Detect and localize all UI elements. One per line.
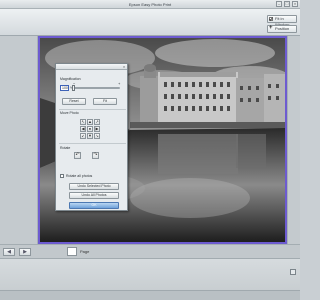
left-panel [0,36,38,244]
magnification-slider[interactable] [73,87,120,89]
window-controls: – □ × [276,1,298,7]
settings-icon[interactable] [290,269,296,275]
magnification-input[interactable]: 100 [60,85,69,91]
move-up-right-button[interactable]: ↗ [94,119,100,125]
fit-button[interactable]: Fit [93,98,117,105]
rotate-left-icon: ↶ [75,152,80,158]
move-left-button[interactable]: ◀ [80,126,86,132]
arrow-left-icon: ◀ [7,249,11,255]
rotate-right-icon: ↷ [93,152,98,158]
arrow-up-left-icon: ↖ [81,119,85,124]
undo-all-photos-button[interactable]: Undo All Photos [69,192,119,199]
rotate-right-button[interactable]: ↷ [92,152,99,159]
reset-button[interactable]: Reset [62,98,86,105]
divider [59,143,126,144]
center-icon: ● [88,126,92,131]
minimize-button[interactable]: – [276,1,282,7]
previous-page-button[interactable]: ◀ [3,248,15,256]
close-window-button[interactable]: × [292,1,298,7]
rotate-all-label: Rotate all photos [66,174,93,178]
position-label: Position [275,26,290,31]
arrow-up-right-icon: ↗ [95,119,99,124]
move-down-right-button[interactable]: ↘ [94,133,100,139]
move-up-left-button[interactable]: ↖ [80,119,86,125]
arrow-up-icon: ▲ [88,119,92,124]
rotate-left-button[interactable]: ↶ [74,152,81,159]
magnification-label: Magnification [60,77,81,81]
toolbar: Fit in Window + Position [0,9,300,36]
arrow-down-icon: ▼ [88,133,92,138]
arrow-down-right-icon: ↘ [95,133,99,138]
arrow-left-icon: ◀ [81,126,85,131]
move-photo-label: Move Photo [60,111,79,115]
arrow-down-left-icon: ↙ [81,133,85,138]
position-button[interactable]: + Position [267,25,297,33]
window-title: Epson Easy Photo Print [128,2,172,7]
footer-panel [0,258,300,300]
slider-max-icon: + [118,81,121,86]
next-page-button[interactable]: ▶ [19,248,31,256]
position-dialog: × Magnification − + 100 % Reset Fit Move… [55,63,128,211]
fit-in-window-checkbox[interactable]: Fit in Window [267,15,297,27]
arrow-right-icon: ▶ [95,126,99,131]
plus-icon: + [269,25,273,31]
arrow-right-icon: ▶ [23,249,27,255]
move-down-left-button[interactable]: ↙ [80,133,86,139]
divider [59,109,126,110]
page-navigation-bar: ◀ ▶ 1 Page [0,244,300,262]
rotate-label: Rotate [60,146,71,150]
dialog-close-button[interactable]: × [122,65,126,69]
title-bar: Epson Easy Photo Print – □ × [0,0,300,9]
page-label: Page [80,249,90,254]
rotate-all-checkbox[interactable] [60,174,64,178]
footer-strip [0,290,300,300]
move-up-button[interactable]: ▲ [87,119,93,125]
move-center-button[interactable]: ● [87,126,93,132]
slider-thumb[interactable] [72,85,75,91]
dialog-title-bar: × [56,64,127,70]
page-number-field[interactable]: 1 [67,247,77,262]
maximize-button[interactable]: □ [284,1,290,7]
checkbox-icon [269,17,273,21]
undo-selected-photo-button[interactable]: Undo Selected Photo [69,183,119,190]
right-panel [287,36,300,244]
move-right-button[interactable]: ▶ [94,126,100,132]
ok-button[interactable]: OK [69,202,119,209]
move-down-button[interactable]: ▼ [87,133,93,139]
